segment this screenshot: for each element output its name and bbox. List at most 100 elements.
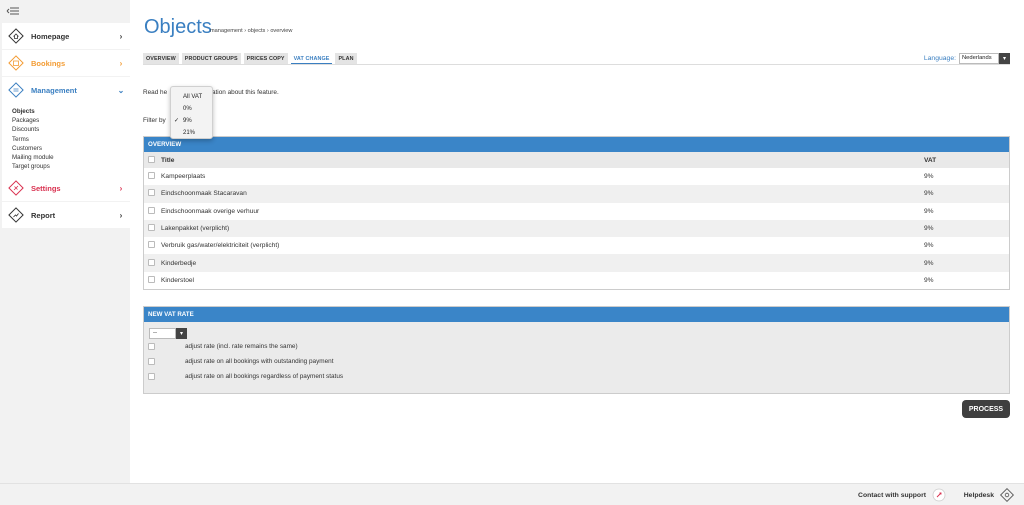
adjust-option-3-label: adjust rate on all bookings regardless o… <box>185 373 344 380</box>
overview-heading: OVERVIEW <box>144 137 1009 152</box>
submenu-objects[interactable]: Objects <box>12 107 130 116</box>
row-title: Eindschoonmaak overige verhuur <box>161 207 260 215</box>
language-label: Language: <box>923 55 956 62</box>
submenu-target-groups[interactable]: Target groups <box>12 162 130 171</box>
row-vat: 9% <box>924 207 934 215</box>
nav-report-label: Report <box>31 210 56 220</box>
row-title: Kinderbedje <box>161 259 197 267</box>
adjust-option-1-checkbox[interactable] <box>148 343 155 350</box>
adjust-option-1-label: adjust rate (incl. rate remains the same… <box>185 343 298 350</box>
footer: Contact with support Helpdesk <box>0 483 1024 505</box>
row-title: Lakenpakket (verplicht) <box>161 225 230 233</box>
row-checkbox[interactable] <box>148 206 155 214</box>
nav-report-block: Report › <box>2 202 130 228</box>
page-title: Objects <box>144 16 212 38</box>
table-header-row: Title VAT <box>144 152 1009 168</box>
new-vat-heading: NEW VAT RATE <box>144 307 1009 322</box>
new-vat-select[interactable]: -- <box>149 328 176 339</box>
row-checkbox[interactable] <box>148 224 155 232</box>
column-vat: VAT <box>924 156 937 164</box>
row-title: Verbruik gas/water/elektriciteit (verpli… <box>161 242 280 250</box>
chevron-right-icon: › <box>119 31 123 41</box>
nav-settings[interactable]: Settings › <box>2 175 130 201</box>
adjust-option-1: adjust rate (incl. rate remains the same… <box>148 339 1005 354</box>
row-vat: 9% <box>924 259 934 267</box>
row-checkbox[interactable] <box>148 258 155 266</box>
chevron-right-icon: › <box>119 210 123 220</box>
dropdown-option-all-vat[interactable]: All VAT <box>171 91 212 103</box>
new-vat-select-group: -- ▾ <box>149 328 1005 339</box>
row-vat: 9% <box>924 190 934 198</box>
table-row: Kampeerplaats 9% <box>144 168 1009 185</box>
filter-label: Filter by <box>143 117 166 124</box>
adjust-option-3: adjust rate on all bookings regardless o… <box>148 369 1005 384</box>
row-title: Kinderstoel <box>161 276 194 284</box>
chevron-right-icon: › <box>119 58 123 68</box>
tab-prices-copy[interactable]: PRICES COPY <box>243 53 288 64</box>
table-row: Verbruik gas/water/elektriciteit (verpli… <box>144 237 1009 254</box>
menu-collapse-icon[interactable] <box>6 6 20 16</box>
management-icon <box>8 82 24 98</box>
nav-homepage-block: Homepage › <box>2 23 130 49</box>
row-title: Eindschoonmaak Stacaravan <box>161 190 247 198</box>
nav-settings-block: Settings › <box>2 175 130 201</box>
rocket-icon <box>932 488 946 502</box>
table-row: Eindschoonmaak Stacaravan 9% <box>144 185 1009 203</box>
dropdown-option-21[interactable]: 21% <box>171 127 212 139</box>
row-vat: 9% <box>924 276 934 284</box>
row-checkbox[interactable] <box>148 189 155 197</box>
vat-filter-dropdown: All VAT 0% ✓ 9% 21% <box>170 86 213 139</box>
tab-vat-change[interactable]: VAT CHANGE <box>290 53 333 64</box>
chevron-down-icon: ⌄ <box>117 85 125 95</box>
bookings-icon <box>8 55 24 71</box>
contact-support-link[interactable]: Contact with support <box>858 488 946 502</box>
nav-bookings[interactable]: Bookings › <box>2 50 130 76</box>
dropdown-option-9[interactable]: ✓ 9% <box>171 115 212 127</box>
contact-support-label: Contact with support <box>858 491 926 499</box>
row-vat: 9% <box>924 242 934 250</box>
select-all-checkbox[interactable] <box>148 155 155 163</box>
nav-management[interactable]: Management ⌄ <box>2 77 130 103</box>
nav-management-label: Management <box>31 85 77 95</box>
main-content: Objects management › objects › overview … <box>130 0 1024 483</box>
table-row: Eindschoonmaak overige verhuur 9% <box>144 203 1009 220</box>
language-select[interactable]: Nederlands <box>959 53 999 64</box>
checkmark-icon: ✓ <box>174 118 180 124</box>
adjust-option-2-label: adjust rate on all bookings with outstan… <box>185 358 334 365</box>
table-row: Kinderstoel 9% <box>144 272 1009 289</box>
submenu-terms[interactable]: Terms <box>12 135 130 144</box>
helpdesk-link[interactable]: Helpdesk <box>964 488 1014 502</box>
row-checkbox[interactable] <box>148 275 155 283</box>
submenu-discounts[interactable]: Discounts <box>12 125 130 134</box>
dropdown-option-0[interactable]: 0% <box>171 103 212 115</box>
info-text-start: Read he <box>143 89 168 96</box>
nav-homepage-label: Homepage <box>31 31 70 41</box>
submenu-packages[interactable]: Packages <box>12 116 130 125</box>
row-checkbox[interactable] <box>148 172 155 180</box>
adjust-option-2: adjust rate on all bookings with outstan… <box>148 354 1005 369</box>
table-row: Kinderbedje 9% <box>144 254 1009 272</box>
tab-overview[interactable]: OVERVIEW <box>143 53 179 64</box>
table-row: Lakenpakket (verplicht) 9% <box>144 219 1009 238</box>
tabs-divider <box>143 64 1010 65</box>
adjust-option-3-checkbox[interactable] <box>148 373 155 380</box>
report-icon <box>8 207 24 223</box>
row-vat: 9% <box>924 225 934 233</box>
nav-homepage[interactable]: Homepage › <box>2 23 130 49</box>
nav-settings-label: Settings <box>31 183 61 193</box>
process-button[interactable]: PROCESS <box>962 400 1010 418</box>
dropdown-arrow-icon[interactable]: ▾ <box>176 328 187 339</box>
nav-management-block: Management ⌄ Objects Packages Discounts … <box>2 77 130 178</box>
nav-report[interactable]: Report › <box>2 202 130 228</box>
submenu-mailing-module[interactable]: Mailing module <box>12 153 130 162</box>
row-checkbox[interactable] <box>148 241 155 249</box>
tab-plan[interactable]: PLAN <box>335 53 357 64</box>
new-vat-panel: NEW VAT RATE -- ▾ adjust rate (incl. rat… <box>143 306 1010 394</box>
tab-product-groups[interactable]: PRODUCT GROUPS <box>181 53 241 64</box>
nav-bookings-block: Bookings › <box>2 50 130 76</box>
submenu-customers[interactable]: Customers <box>12 144 130 153</box>
overview-panel: OVERVIEW Title VAT Kampeerplaats 9% Eind… <box>143 136 1010 291</box>
dropdown-arrow-icon[interactable]: ▾ <box>999 53 1010 64</box>
adjust-option-2-checkbox[interactable] <box>148 358 155 365</box>
settings-icon <box>8 180 24 196</box>
